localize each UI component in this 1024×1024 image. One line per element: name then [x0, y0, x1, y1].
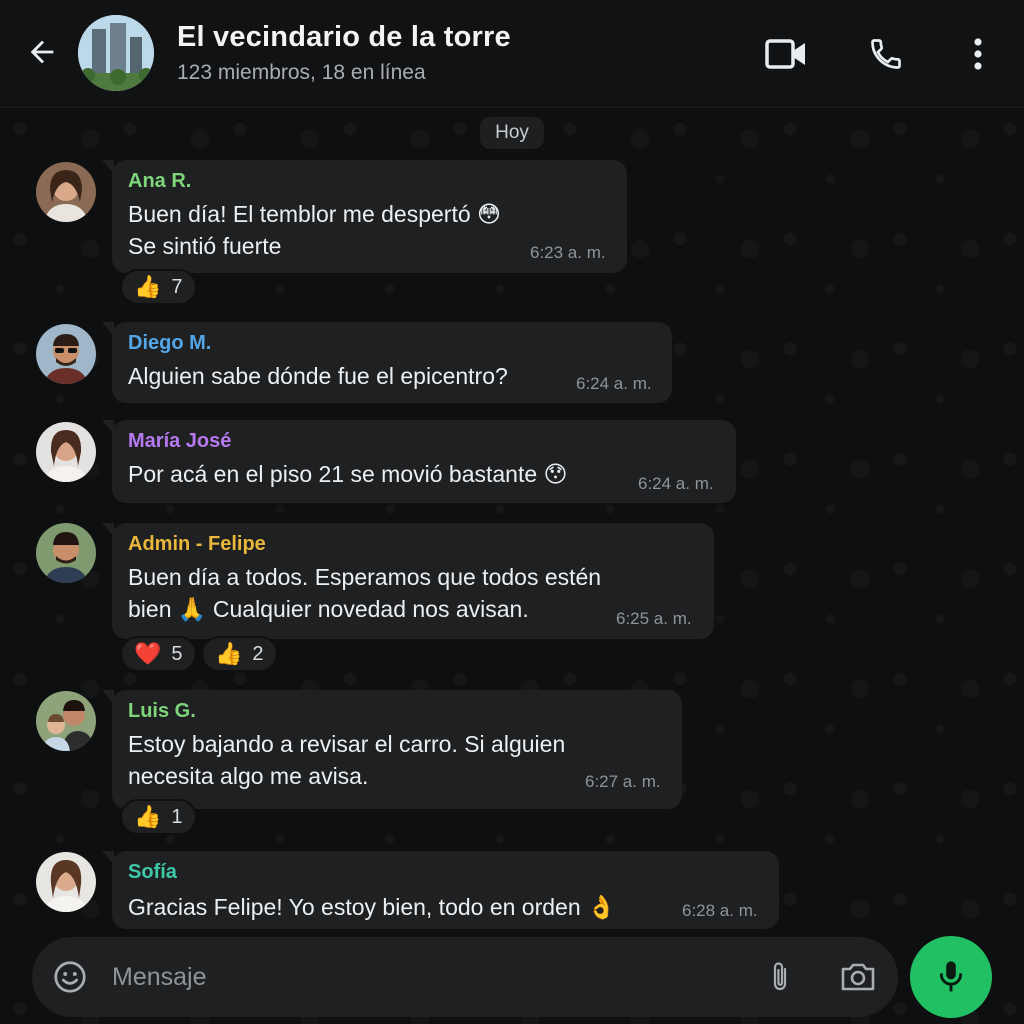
avatar-sofia[interactable]	[36, 852, 96, 912]
chat-title[interactable]: El vecindario de la torre	[177, 21, 511, 54]
message-bubble[interactable]: Admin - Felipe Buen día a todos. Esperam…	[102, 523, 714, 639]
chat-header: El vecindario de la torre 123 miembros, …	[0, 0, 1024, 108]
reaction-count: 1	[171, 805, 183, 828]
user-photo	[36, 852, 96, 912]
message-bubble[interactable]: María José Por acá en el piso 21 se movi…	[102, 420, 736, 503]
message-sender[interactable]: Sofía	[128, 861, 177, 884]
mic-icon	[939, 961, 963, 992]
camera-icon	[841, 963, 875, 991]
message-sender[interactable]: Ana R.	[128, 170, 191, 193]
message-text-line: Alguien sabe dónde fue el epicentro?	[128, 363, 508, 389]
message-time: 6:24 a. m.	[638, 474, 714, 493]
message-sender[interactable]: Diego M.	[128, 332, 211, 355]
message-time: 6:23 a. m.	[530, 243, 606, 262]
more-options-button[interactable]	[956, 32, 1000, 76]
reaction-emoji: 👍	[134, 804, 162, 829]
message-time: 6:27 a. m.	[585, 772, 661, 791]
reaction-chip[interactable]: 👍 2	[201, 636, 278, 672]
message-text-line: Se sintió fuerte	[128, 233, 282, 259]
video-call-button[interactable]	[764, 32, 808, 76]
camera-button[interactable]	[836, 957, 880, 997]
back-arrow-icon	[30, 40, 54, 64]
message-time: 6:24 a. m.	[576, 374, 652, 393]
voice-message-button[interactable]	[910, 936, 992, 1018]
reaction-count: 5	[171, 642, 183, 665]
message-text-line: Por acá en el piso 21 se movió bastante …	[128, 461, 568, 487]
user-photo	[36, 691, 96, 751]
message-sender[interactable]: Admin - Felipe	[128, 533, 266, 556]
chat-subtitle[interactable]: 123 miembros, 18 en línea	[177, 61, 426, 85]
message-time: 6:28 a. m.	[682, 901, 758, 920]
message-list[interactable]: Hoy Ana R. Buen día! El temblor me despe…	[0, 109, 1024, 1024]
reaction-emoji: ❤️	[134, 641, 162, 666]
message-bubble[interactable]: Luis G. Estoy bajando a revisar el carro…	[102, 690, 682, 809]
message-time: 6:25 a. m.	[616, 609, 692, 628]
message-bubble[interactable]: Ana R. Buen día! El temblor me despertó …	[102, 160, 627, 273]
message-text-line: Buen día! El temblor me despertó 😳	[128, 201, 501, 227]
attach-icon	[773, 962, 787, 991]
message-text-line: Buen día a todos. Esperamos que todos es…	[128, 564, 602, 590]
reaction-chip[interactable]: 👍 1	[120, 799, 197, 835]
emoji-button[interactable]	[50, 957, 90, 997]
message-text-line: bien 🙏 Cualquier novedad nos avisan.	[128, 596, 529, 622]
message-sender[interactable]: María José	[128, 430, 231, 453]
video-call-icon	[765, 39, 805, 69]
message-composer	[32, 937, 898, 1017]
date-separator: Hoy	[480, 117, 544, 149]
user-photo	[36, 324, 96, 384]
avatar-diego[interactable]	[36, 324, 96, 384]
back-button[interactable]	[22, 32, 62, 72]
avatar-luis[interactable]	[36, 691, 96, 751]
avatar-felipe[interactable]	[36, 523, 96, 583]
voice-call-button[interactable]	[864, 32, 908, 76]
user-photo	[36, 523, 96, 583]
reaction-count: 2	[252, 642, 264, 665]
more-vert-icon	[974, 38, 982, 70]
avatar-maria-jose[interactable]	[36, 422, 96, 482]
message-text-line: Estoy bajando a revisar el carro. Si alg…	[128, 731, 566, 757]
user-photo	[36, 162, 96, 222]
tower-building-image	[78, 15, 154, 91]
message-text-line: necesita algo me avisa.	[128, 763, 369, 789]
reaction-count: 7	[171, 275, 183, 298]
emoji-icon	[54, 961, 86, 993]
message-bubble[interactable]: Diego M. Alguien sabe dónde fue el epice…	[102, 322, 672, 403]
message-bubble[interactable]: Sofía Gracias Felipe! Yo estoy bien, tod…	[102, 851, 779, 929]
reaction-emoji: 👍	[215, 641, 243, 666]
reaction-chip[interactable]: ❤️ 5	[120, 636, 197, 672]
message-input[interactable]	[112, 957, 672, 997]
phone-icon	[871, 39, 901, 69]
attach-button[interactable]	[760, 957, 800, 997]
message-text-line: Gracias Felipe! Yo estoy bien, todo en o…	[128, 894, 616, 920]
reaction-emoji: 👍	[134, 274, 162, 299]
group-avatar[interactable]	[78, 15, 154, 91]
user-photo	[36, 422, 96, 482]
avatar-ana[interactable]	[36, 162, 96, 222]
reaction-chip[interactable]: 👍 7	[120, 269, 197, 305]
message-sender[interactable]: Luis G.	[128, 700, 196, 723]
